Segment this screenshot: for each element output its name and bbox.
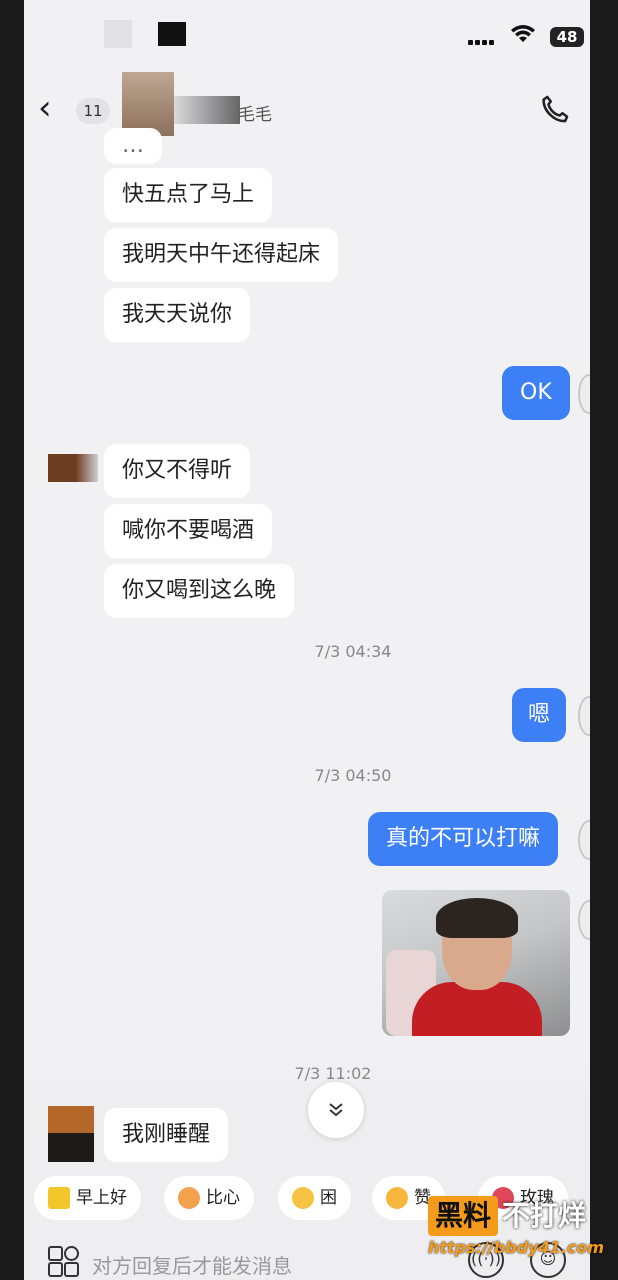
message-bubble[interactable]: 快五点了马上: [104, 168, 273, 222]
unread-count-badge[interactable]: 11: [76, 98, 110, 124]
contact-name-blur: [174, 96, 240, 124]
sent-photo[interactable]: [382, 890, 570, 1036]
message-bubble[interactable]: 你又喝到这么晚: [104, 564, 295, 618]
photo-shirt: [412, 982, 542, 1036]
chevron-left-icon[interactable]: ‹: [38, 88, 52, 128]
message-bubble[interactable]: 我明天中午还得起床: [104, 228, 339, 282]
contact-name[interactable]: 毛毛: [238, 100, 272, 125]
photo-hair: [436, 898, 518, 938]
my-avatar[interactable]: [578, 374, 590, 414]
my-avatar[interactable]: [578, 820, 590, 860]
watermark-text: 不打烊: [502, 1199, 587, 1232]
sun-icon: [48, 1187, 70, 1209]
message-bubble[interactable]: 我天天说你: [104, 288, 251, 342]
message-bubble-cut[interactable]: …: [104, 128, 162, 164]
chat-screen: 48 ‹ 11 毛毛 … 快五点了马上 我明天中午还得起床 我天天说你 OK 你…: [24, 0, 590, 1280]
signal-icon: [468, 30, 496, 49]
watermark: 黑料 不打烊 https://bbdy41.com: [428, 1196, 618, 1260]
wifi-icon: [510, 24, 536, 50]
message-bubble[interactable]: 我刚睡醒: [104, 1108, 229, 1162]
timestamp: 7/3 11:02: [294, 1064, 372, 1083]
contact-avatar[interactable]: [48, 1106, 94, 1162]
my-message-bubble[interactable]: 嗯: [512, 688, 567, 742]
message-input[interactable]: 对方回复后才能发消息: [92, 1250, 292, 1279]
apps-grid-icon[interactable]: [48, 1246, 79, 1277]
status-blur: [104, 20, 132, 48]
battery-indicator: 48: [550, 27, 584, 47]
contact-avatar[interactable]: [122, 72, 174, 136]
quick-reply-chip[interactable]: 困: [278, 1176, 351, 1220]
my-message-bubble[interactable]: 真的不可以打嘛: [368, 812, 559, 866]
heart-hand-icon: [178, 1187, 200, 1209]
timestamp: 7/3 04:50: [314, 766, 392, 785]
watermark-logo: 黑料: [428, 1196, 498, 1236]
status-blur: [158, 22, 186, 46]
scroll-to-bottom-button[interactable]: [308, 1082, 364, 1138]
my-avatar[interactable]: [578, 696, 590, 736]
timestamp: 7/3 04:34: [314, 642, 392, 661]
quick-reply-chip[interactable]: 早上好: [34, 1176, 141, 1220]
contact-avatar[interactable]: [48, 454, 98, 482]
phone-icon[interactable]: [538, 92, 572, 126]
message-bubble[interactable]: 你又不得听: [104, 444, 251, 498]
watermark-url: https://bbdy41.com: [428, 1238, 605, 1257]
my-message-bubble[interactable]: OK: [502, 366, 570, 420]
status-bar: 48: [24, 0, 590, 70]
quick-reply-chip[interactable]: 比心: [164, 1176, 254, 1220]
message-bubble[interactable]: 喊你不要喝酒: [104, 504, 273, 558]
sleepy-face-icon: [292, 1187, 314, 1209]
thumbs-up-icon: [386, 1187, 408, 1209]
my-avatar[interactable]: [578, 900, 590, 940]
